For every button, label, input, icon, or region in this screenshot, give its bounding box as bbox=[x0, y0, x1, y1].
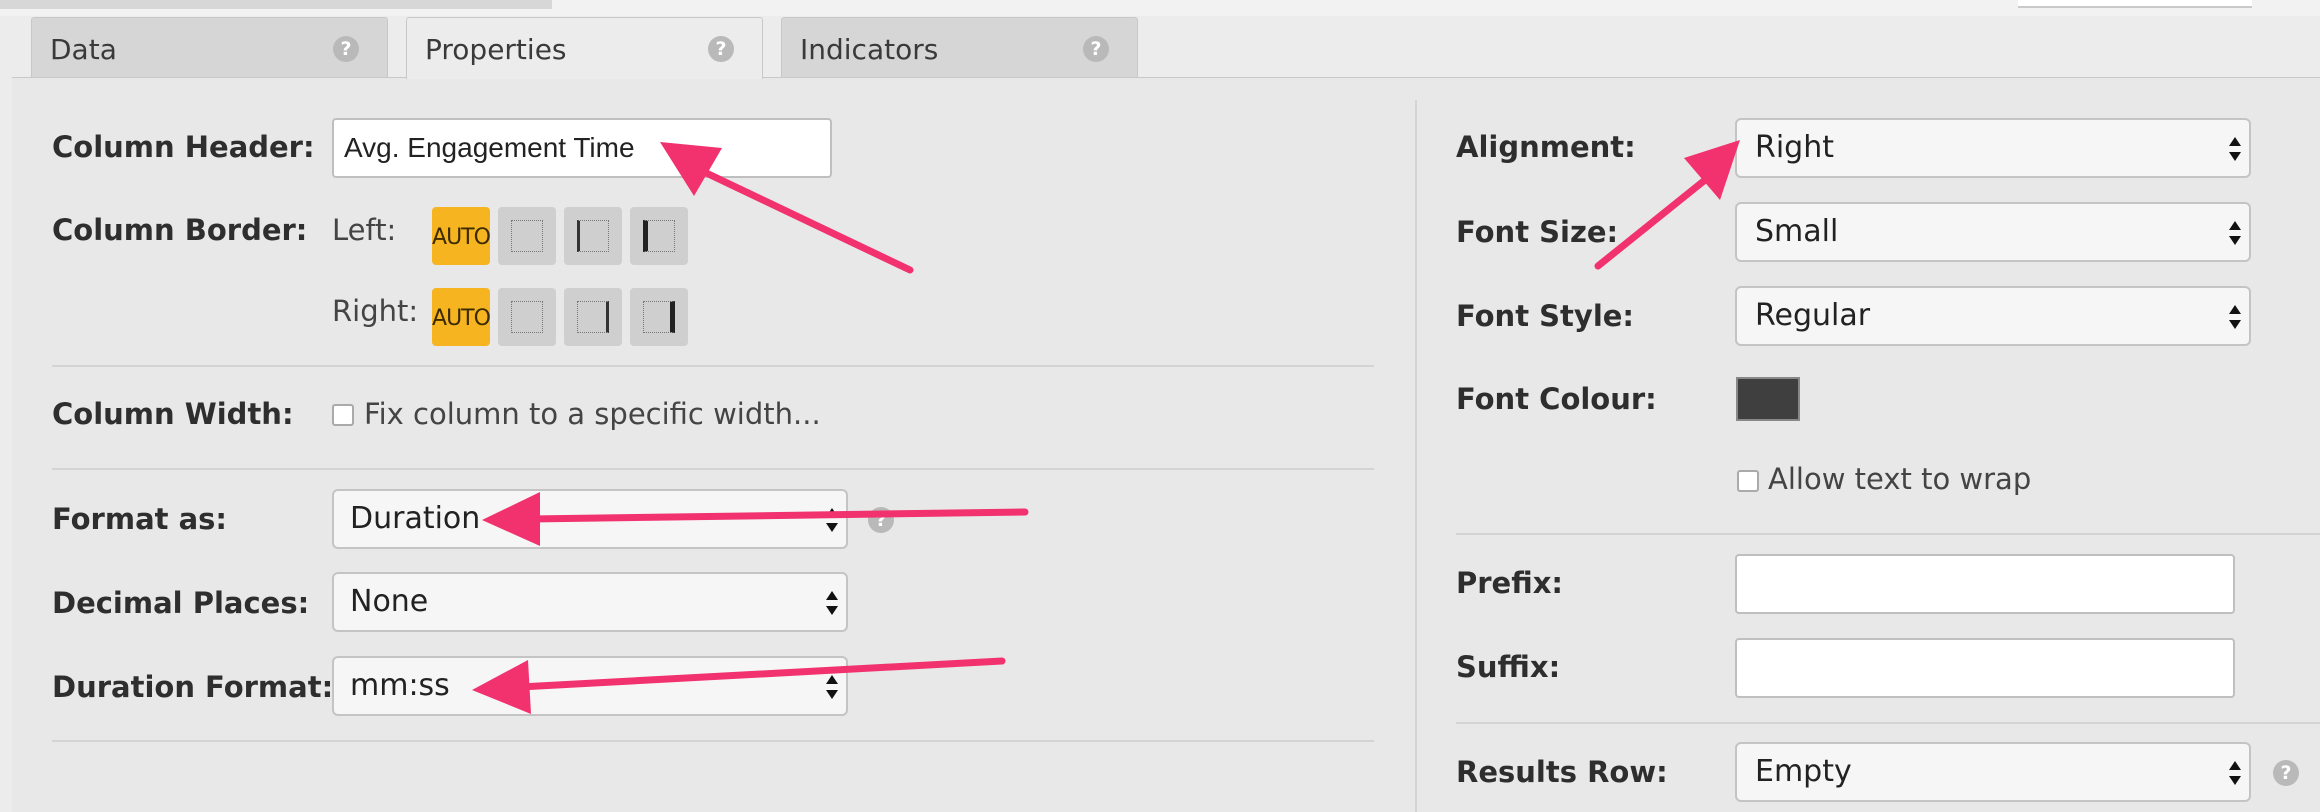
arrow-head bbox=[482, 492, 540, 546]
arrow-head bbox=[472, 660, 531, 714]
arrow-column-header bbox=[696, 166, 914, 274]
tab-properties-label: Properties bbox=[425, 33, 567, 66]
arrow-alignment bbox=[1594, 176, 1709, 270]
arrow-format-as bbox=[526, 508, 1029, 523]
annotation-arrows bbox=[472, 140, 1740, 714]
arrow-duration-format bbox=[516, 657, 1006, 691]
tab-properties[interactable]: Properties ? bbox=[406, 17, 763, 79]
help-icon[interactable]: ? bbox=[708, 36, 734, 62]
arrow-head bbox=[660, 142, 722, 196]
